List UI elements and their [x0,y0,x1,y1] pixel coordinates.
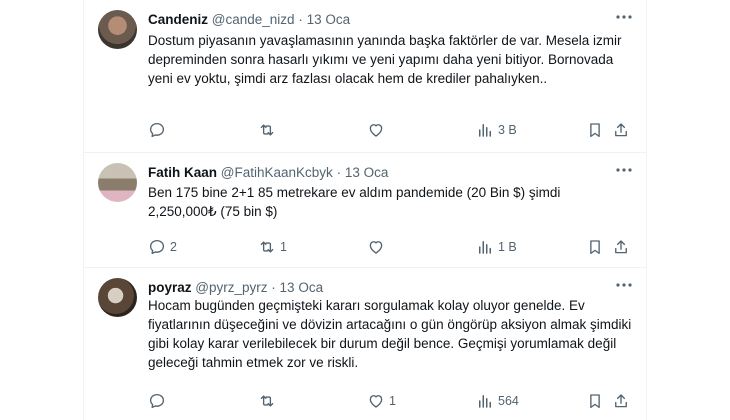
separator: · [298,12,303,27]
heart-icon [369,124,383,137]
reply-button[interactable]: 2 [148,237,177,257]
views-count: 1 B [498,240,517,254]
separator: · [336,165,342,180]
views-count: 564 [498,394,519,408]
reply-count: 2 [170,240,177,254]
tweet[interactable]: poyraz @pyrz_pyrz · 13 Oca Hocam bugünde… [84,268,646,420]
tweet-date[interactable]: 13 Oca [280,280,324,295]
more-options-icon[interactable] [614,160,634,180]
tweet-text: Dostum piyasanın yavaşlamasının yanında … [148,33,622,86]
like-button[interactable] [367,237,389,257]
retweet-button[interactable] [258,120,280,140]
heart-icon [369,395,383,408]
retweet-button[interactable] [258,391,280,411]
tweet-date[interactable]: 13 Oca [345,165,389,180]
share-button[interactable] [612,391,630,411]
bookmark-icon [590,240,600,255]
retweet-button[interactable]: 1 [258,237,287,257]
tweet-actions: 2 1 1 B [148,237,632,257]
bookmark-button[interactable] [586,391,604,411]
tweet-text: Ben 175 bine 2+1 85 metrekare ev aldım p… [148,185,561,219]
tweet-text: Hocam bugünden geçmişteki kararı sorgula… [148,298,632,370]
retweet-icon [260,395,274,407]
like-button[interactable] [367,120,389,140]
tweet-date[interactable]: 13 Oca [307,12,351,27]
reply-feed: Candeniz @cande_nizd · 13 Oca Dostum piy… [83,0,647,420]
retweet-count: 1 [280,240,287,254]
like-count: 1 [389,394,396,408]
more-options-icon[interactable] [614,7,634,27]
tweet[interactable]: Candeniz @cande_nizd · 13 Oca Dostum piy… [84,0,646,153]
reply-icon [149,239,165,255]
author-name[interactable]: poyraz [148,280,192,295]
tweet-actions: 3 B [148,120,632,140]
tweet-header: Fatih Kaan @FatihKaanKcbyk · 13 Oca [148,164,636,182]
separator: · [271,280,276,295]
author-handle[interactable]: @FatihKaanKcbyk [221,165,333,180]
reply-button[interactable] [148,391,170,411]
bookmark-icon [590,394,600,409]
share-button[interactable] [612,237,630,257]
tweet[interactable]: Fatih Kaan @FatihKaanKcbyk · 13 Oca Ben … [84,153,646,268]
avatar[interactable] [98,278,137,317]
reply-icon [149,393,165,409]
tweet-actions: 1 564 [148,391,632,411]
views-count: 3 B [498,123,517,137]
avatar[interactable] [98,163,137,202]
more-options-icon[interactable] [614,275,634,295]
tweet-header: Candeniz @cande_nizd · 13 Oca [148,11,636,29]
views-button[interactable]: 1 B [476,237,517,257]
share-icon [615,394,627,408]
bookmark-icon [590,123,600,138]
reply-button[interactable] [148,120,170,140]
bookmark-button[interactable] [586,237,604,257]
author-name[interactable]: Fatih Kaan [148,165,217,180]
author-handle[interactable]: @cande_nizd [212,12,295,27]
share-icon [615,123,627,137]
retweet-icon [260,124,274,136]
views-icon [479,395,491,408]
views-icon [479,241,491,254]
author-handle[interactable]: @pyrz_pyrz [195,280,267,295]
avatar[interactable] [98,10,137,49]
tweet-header: poyraz @pyrz_pyrz · 13 Oca [148,279,636,297]
reply-icon [149,122,165,138]
views-button[interactable]: 3 B [476,120,517,140]
heart-icon [369,241,383,254]
bookmark-button[interactable] [586,120,604,140]
share-button[interactable] [612,120,630,140]
retweet-icon [260,241,274,253]
views-icon [479,124,491,137]
like-button[interactable]: 1 [367,391,396,411]
share-icon [615,240,627,254]
views-button[interactable]: 564 [476,391,519,411]
author-name[interactable]: Candeniz [148,12,208,27]
